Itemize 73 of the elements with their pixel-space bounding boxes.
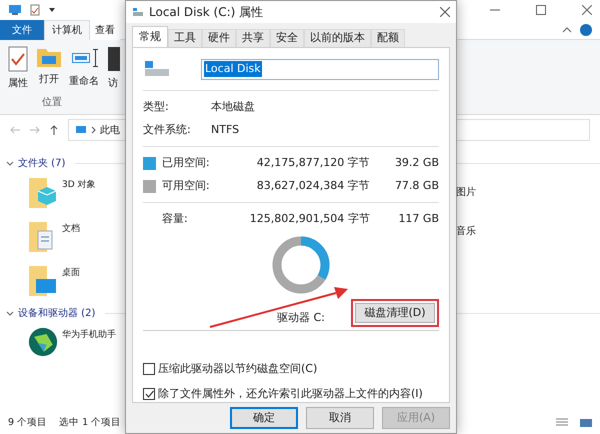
close-icon[interactable] <box>582 5 592 15</box>
drive-label: 驱动器 C: <box>277 310 325 326</box>
checkbox-row[interactable]: 除了文件属性外，还允许索引此驱动器上文件的内容(I) <box>143 386 439 402</box>
ribbon-button[interactable]: 打开 <box>35 46 63 91</box>
ribbon-button[interactable]: 重命名 <box>68 46 100 91</box>
dialog-button[interactable]: 确定 <box>230 407 298 429</box>
folder-item[interactable]: 3D 对象 <box>28 177 96 211</box>
close-icon[interactable] <box>440 7 450 17</box>
info-label: 类型: <box>143 99 170 116</box>
capacity-label: 容量: <box>161 211 189 228</box>
dialog-tab[interactable]: 以前的版本 <box>304 29 371 47</box>
folder-cube-icon <box>28 177 58 209</box>
section-header[interactable]: 文件夹 (7) <box>18 156 66 170</box>
status-text: 选中 1 个项目 <box>59 416 122 430</box>
folder-item-label[interactable]: 图片 <box>456 185 476 200</box>
folder-item[interactable]: 文档 <box>28 221 80 255</box>
folder-item[interactable]: 华为手机助手 <box>28 327 116 361</box>
dialog-tab[interactable]: 硬件 <box>202 29 236 47</box>
ribbon-group-label: 位置 <box>42 96 62 110</box>
checkmark-icon <box>144 390 154 398</box>
dialog-tab[interactable]: 共享 <box>236 29 270 47</box>
help-icon[interactable] <box>580 24 592 36</box>
name-field[interactable]: Local Disk <box>201 58 439 80</box>
ribbon-button[interactable]: 属性 <box>6 46 30 91</box>
rename-icon <box>69 46 99 70</box>
ribbon-tab[interactable]: 查看 <box>90 20 120 40</box>
up-icon[interactable] <box>50 125 58 135</box>
dialog-tab[interactable]: 工具 <box>168 29 202 47</box>
checkbox-row[interactable]: 压缩此驱动器以节约磁盘空间(C) <box>143 361 439 378</box>
computer-icon <box>75 125 87 135</box>
folder-icon <box>36 46 62 68</box>
dropdown-icon[interactable] <box>48 7 56 13</box>
server-icon <box>106 46 120 72</box>
folder-desktop-icon <box>28 265 58 297</box>
checkbox[interactable] <box>143 388 155 400</box>
checklist-icon <box>7 46 29 72</box>
collapse-chevron-icon[interactable] <box>6 310 14 316</box>
info-label: 文件系统: <box>143 122 192 138</box>
dialog-tab[interactable]: 安全 <box>270 29 304 47</box>
space-size: 39.2 GB <box>394 155 439 172</box>
capacity-bytes: 125,802,901,504 字节 <box>248 211 370 228</box>
space-size: 77.8 GB <box>394 178 439 194</box>
ribbon-tab[interactable]: 计算机 <box>44 20 90 40</box>
space-bytes: 83,627,024,384 字节 <box>256 178 370 194</box>
computer-icon[interactable] <box>8 4 22 16</box>
maximize-icon[interactable] <box>536 5 546 15</box>
address-text: 此电 <box>100 124 120 138</box>
folder-item-label[interactable]: 音乐 <box>456 224 476 239</box>
checkbox[interactable] <box>143 363 155 376</box>
ribbon-tab[interactable]: 文件 <box>0 20 44 40</box>
collapse-chevron-icon[interactable] <box>6 160 14 166</box>
status-text: 9 个项目 <box>8 416 48 430</box>
section-header[interactable]: 设备和驱动器 (2) <box>18 306 96 320</box>
window-title: Local Disk (C:) 属性 <box>149 4 264 21</box>
space-label: 已用空间: <box>162 155 211 172</box>
collapse-icon[interactable] <box>562 26 572 32</box>
app-logo-icon <box>28 327 58 357</box>
dialog-tab[interactable]: 配额 <box>371 29 405 47</box>
folder-item[interactable]: 桌面 <box>28 265 80 299</box>
checklist-icon[interactable] <box>30 4 40 16</box>
large-icons-view-icon[interactable] <box>580 418 592 428</box>
drive-icon <box>132 7 144 17</box>
capacity-size: 117 GB <box>397 211 439 228</box>
chevron-icon <box>91 126 96 134</box>
disk-cleanup-button[interactable]: 磁盘清理(D) <box>355 302 435 323</box>
info-value: NTFS <box>211 122 240 138</box>
space-bytes: 42,175,877,120 字节 <box>256 155 370 172</box>
ribbon-button[interactable]: 访 <box>105 46 121 91</box>
dialog-tab[interactable]: 常规 <box>132 26 168 47</box>
details-view-icon[interactable] <box>556 418 568 428</box>
space-label: 可用空间: <box>162 178 211 194</box>
dialog-button[interactable]: 取消 <box>306 407 374 429</box>
info-value: 本地磁盘 <box>211 99 255 116</box>
